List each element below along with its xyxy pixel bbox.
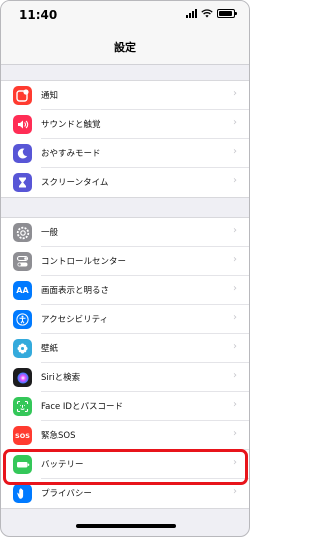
settings-row-label: 画面表示と明るさ [41, 286, 110, 296]
icon-glyph-text: AA [16, 286, 29, 295]
wifi-icon [201, 9, 213, 18]
settings-row-label: アクセシビリティ [41, 315, 109, 325]
settings-row-display[interactable]: AA 画面表示と明るさ › [1, 276, 249, 305]
settings-row-label: Face IDとパスコード [41, 402, 123, 412]
accessibility-icon [13, 310, 32, 329]
settings-row-accessibility[interactable]: アクセシビリティ › [1, 305, 249, 334]
face-id-icon [13, 397, 32, 416]
settings-row-label: 壁紙 [41, 344, 59, 354]
notification-icon [13, 86, 32, 105]
settings-row-label: プライバシー [41, 489, 92, 499]
status-time: 11:40 [19, 8, 58, 22]
privacy-highlight-frame [3, 449, 248, 485]
settings-row-label: Siriと検索 [41, 373, 81, 383]
toggles-icon [13, 252, 32, 271]
cellular-signal-icon [186, 9, 197, 18]
chevron-right-icon: › [233, 341, 237, 352]
chevron-right-icon: › [233, 225, 237, 236]
settings-row-notifications[interactable]: 通知 › [1, 81, 249, 110]
sos-icon: SOS [13, 426, 32, 445]
chevron-right-icon: › [233, 175, 237, 186]
settings-group-1: 通知 › サウンドと触覚 › おやすみモード › スクリーンタイム › [1, 80, 249, 198]
settings-row-control-center[interactable]: コントロールセンター › [1, 247, 249, 276]
siri-icon [13, 368, 32, 387]
chevron-right-icon: › [233, 486, 237, 497]
settings-row-general[interactable]: 一般 › [1, 218, 249, 247]
chevron-right-icon: › [233, 254, 237, 265]
hand-icon [13, 484, 32, 503]
settings-row-label: サウンドと触覚 [41, 120, 101, 130]
chevron-right-icon: › [233, 117, 237, 128]
settings-row-sos[interactable]: SOS 緊急SOS › [1, 421, 249, 450]
chevron-right-icon: › [233, 399, 237, 410]
battery-indicator-icon [217, 9, 237, 18]
settings-row-sounds[interactable]: サウンドと触覚 › [1, 110, 249, 139]
hourglass-icon [13, 173, 32, 192]
chevron-right-icon: › [233, 146, 237, 157]
moon-icon [13, 144, 32, 163]
status-bar: 11:40 [1, 1, 249, 31]
settings-row-label: 一般 [41, 228, 59, 238]
page-title: 設定 [114, 41, 136, 54]
battery-level-fill [219, 11, 232, 16]
gear-icon [13, 223, 32, 242]
settings-screen: 11:40 設定 通知 › サウンドと触覚 › おやすみモード › スクリーンタイム › 一般… [0, 0, 250, 537]
aa-icon: AA [13, 281, 32, 300]
chevron-right-icon: › [233, 370, 237, 381]
icon-glyph-text: SOS [15, 431, 30, 440]
settings-row-wallpaper[interactable]: 壁紙 › [1, 334, 249, 363]
settings-row-label: コントロールセンター [41, 257, 127, 267]
settings-row-screentime[interactable]: スクリーンタイム › [1, 168, 249, 197]
speaker-icon [13, 115, 32, 134]
chevron-right-icon: › [233, 283, 237, 294]
chevron-right-icon: › [233, 88, 237, 99]
settings-row-label: スクリーンタイム [41, 178, 109, 188]
flower-icon [13, 339, 32, 358]
settings-row-label: 緊急SOS [41, 431, 76, 441]
settings-row-siri[interactable]: Siriと検索 › [1, 363, 249, 392]
chevron-right-icon: › [233, 428, 237, 439]
settings-row-faceid[interactable]: Face IDとパスコード › [1, 392, 249, 421]
navigation-bar: 設定 [1, 31, 249, 65]
chevron-right-icon: › [233, 312, 237, 323]
settings-row-label: おやすみモード [41, 149, 101, 159]
home-indicator [76, 524, 176, 528]
settings-row-dnd[interactable]: おやすみモード › [1, 139, 249, 168]
settings-row-label: 通知 [41, 91, 59, 101]
status-icons [186, 9, 237, 18]
